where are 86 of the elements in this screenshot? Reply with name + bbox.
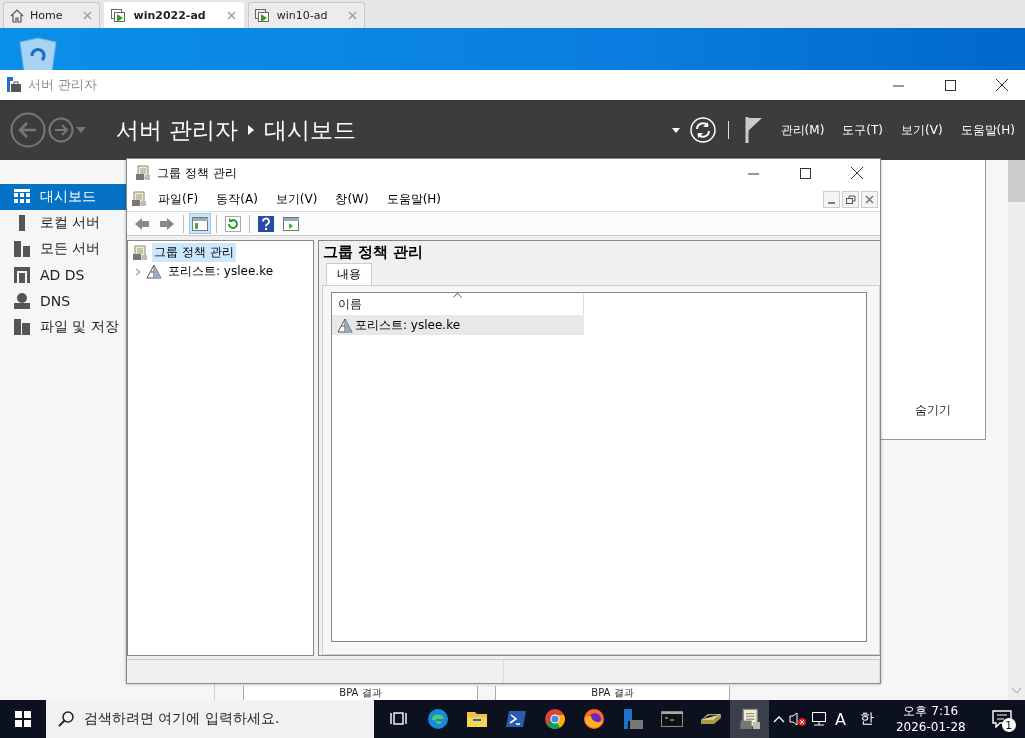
breadcrumb-item: 대시보드 xyxy=(264,115,357,145)
card-heading: BPA 결과 xyxy=(495,686,730,700)
back-icon xyxy=(134,215,150,232)
menu-item[interactable]: 도움말(H) xyxy=(379,190,449,208)
console-icon xyxy=(132,244,148,261)
sidebar-item[interactable]: DNS xyxy=(0,288,126,314)
notification-count: 1 xyxy=(1001,718,1016,732)
panel-icon xyxy=(192,215,208,232)
window-title: 그룹 정책 관리 xyxy=(157,164,237,182)
panel-icon xyxy=(283,215,299,232)
taskbar-app[interactable] xyxy=(730,700,769,738)
task-view-icon[interactable] xyxy=(390,711,408,727)
servers-icon xyxy=(14,241,30,257)
dropdown-icon[interactable] xyxy=(671,127,680,133)
browser-tab[interactable]: win10-ad xyxy=(247,2,366,28)
close-icon[interactable] xyxy=(996,79,1008,91)
refresh-icon xyxy=(225,215,241,232)
sort-icon xyxy=(453,292,462,298)
menu-item[interactable]: 보기(V) xyxy=(901,121,943,139)
server-icon xyxy=(621,708,644,730)
sidebar-item[interactable]: AD DS xyxy=(0,262,126,288)
console-icon xyxy=(131,191,147,207)
sidebar-item[interactable]: 모든 서버 xyxy=(0,236,126,262)
search-icon xyxy=(58,711,74,727)
chevron-right-icon[interactable] xyxy=(134,267,142,276)
close-icon[interactable] xyxy=(851,167,863,179)
forest-icon xyxy=(337,317,353,333)
input-mode[interactable]: A xyxy=(831,709,850,729)
sidebar-item[interactable]: 대시보드 xyxy=(0,184,126,210)
clock[interactable]: 오후 7:16 2026-01-28 xyxy=(885,703,976,735)
windows-icon[interactable] xyxy=(15,711,31,727)
console-icon xyxy=(738,708,761,730)
vm-icon xyxy=(254,8,271,23)
maximize-icon[interactable] xyxy=(799,167,811,179)
refresh-icon[interactable] xyxy=(689,117,716,143)
notification-icon[interactable] xyxy=(991,710,1012,728)
network-icon[interactable] xyxy=(811,711,827,727)
console-icon xyxy=(135,165,151,181)
search-field[interactable]: 검색하려면 여기에 입력하세요. xyxy=(46,700,374,738)
browser-tab[interactable]: win2022-ad xyxy=(104,2,244,28)
sidebar-item[interactable]: 파일 및 저장 xyxy=(0,314,126,340)
scroll-thumb[interactable] xyxy=(1008,160,1025,202)
chevron-up-icon[interactable] xyxy=(773,715,785,723)
browser-tab[interactable]: Home xyxy=(3,2,101,28)
sidebar-item[interactable]: 로컬 서버 xyxy=(0,210,126,236)
browser-icon xyxy=(426,708,449,730)
menu-item[interactable]: 도구(T) xyxy=(842,121,884,139)
back-icon[interactable] xyxy=(10,112,46,148)
forward-icon[interactable] xyxy=(48,117,74,143)
server-manager-icon xyxy=(6,77,22,93)
browser-icon xyxy=(543,708,566,730)
grid-icon xyxy=(14,189,30,205)
vm-icon xyxy=(111,8,128,23)
toolbar-button[interactable] xyxy=(255,213,277,234)
help-icon xyxy=(258,215,274,232)
tab[interactable]: 내용 xyxy=(326,263,372,285)
maximize-icon[interactable] xyxy=(944,79,956,91)
tree-item[interactable]: 포리스트: yslee.ke xyxy=(166,262,276,281)
drive-icon xyxy=(699,714,722,724)
pane-title: 그룹 정책 관리 xyxy=(322,243,425,263)
card-heading: BPA 결과 xyxy=(243,686,478,700)
terminal-icon xyxy=(504,708,527,730)
forward-icon xyxy=(159,215,175,232)
window-title: 서버 관리자 xyxy=(28,76,98,94)
toolbar-button[interactable] xyxy=(189,213,211,234)
menu-item[interactable]: 관리(M) xyxy=(780,121,825,139)
scrollbar[interactable] xyxy=(1008,160,1025,700)
menu-item[interactable]: 동작(A) xyxy=(209,190,265,208)
forest-icon xyxy=(146,264,162,279)
menu-item[interactable]: 창(W) xyxy=(328,190,376,208)
menu-item[interactable]: 보기(V) xyxy=(268,190,325,208)
menu-item[interactable]: 파일(F) xyxy=(151,190,206,208)
hide-link[interactable]: 숨기기 xyxy=(915,402,951,419)
input-language[interactable]: 한 xyxy=(853,710,880,728)
breadcrumb-item[interactable]: 서버 관리자 xyxy=(116,114,239,146)
speaker-muted-icon[interactable] xyxy=(789,711,807,727)
browser-icon xyxy=(582,708,605,730)
list-row[interactable]: 포리스트: yslee.ke xyxy=(332,315,584,335)
recycle-bin-icon xyxy=(18,36,58,70)
flag-icon[interactable] xyxy=(744,117,763,143)
chevron-icon xyxy=(248,125,255,135)
menu-item[interactable]: 도움말(H) xyxy=(960,121,1015,139)
tree-item[interactable]: 그룹 정책 관리 xyxy=(152,243,236,262)
terminal-icon xyxy=(660,708,683,730)
toolbar-button[interactable] xyxy=(222,213,244,234)
home-icon xyxy=(10,8,24,23)
